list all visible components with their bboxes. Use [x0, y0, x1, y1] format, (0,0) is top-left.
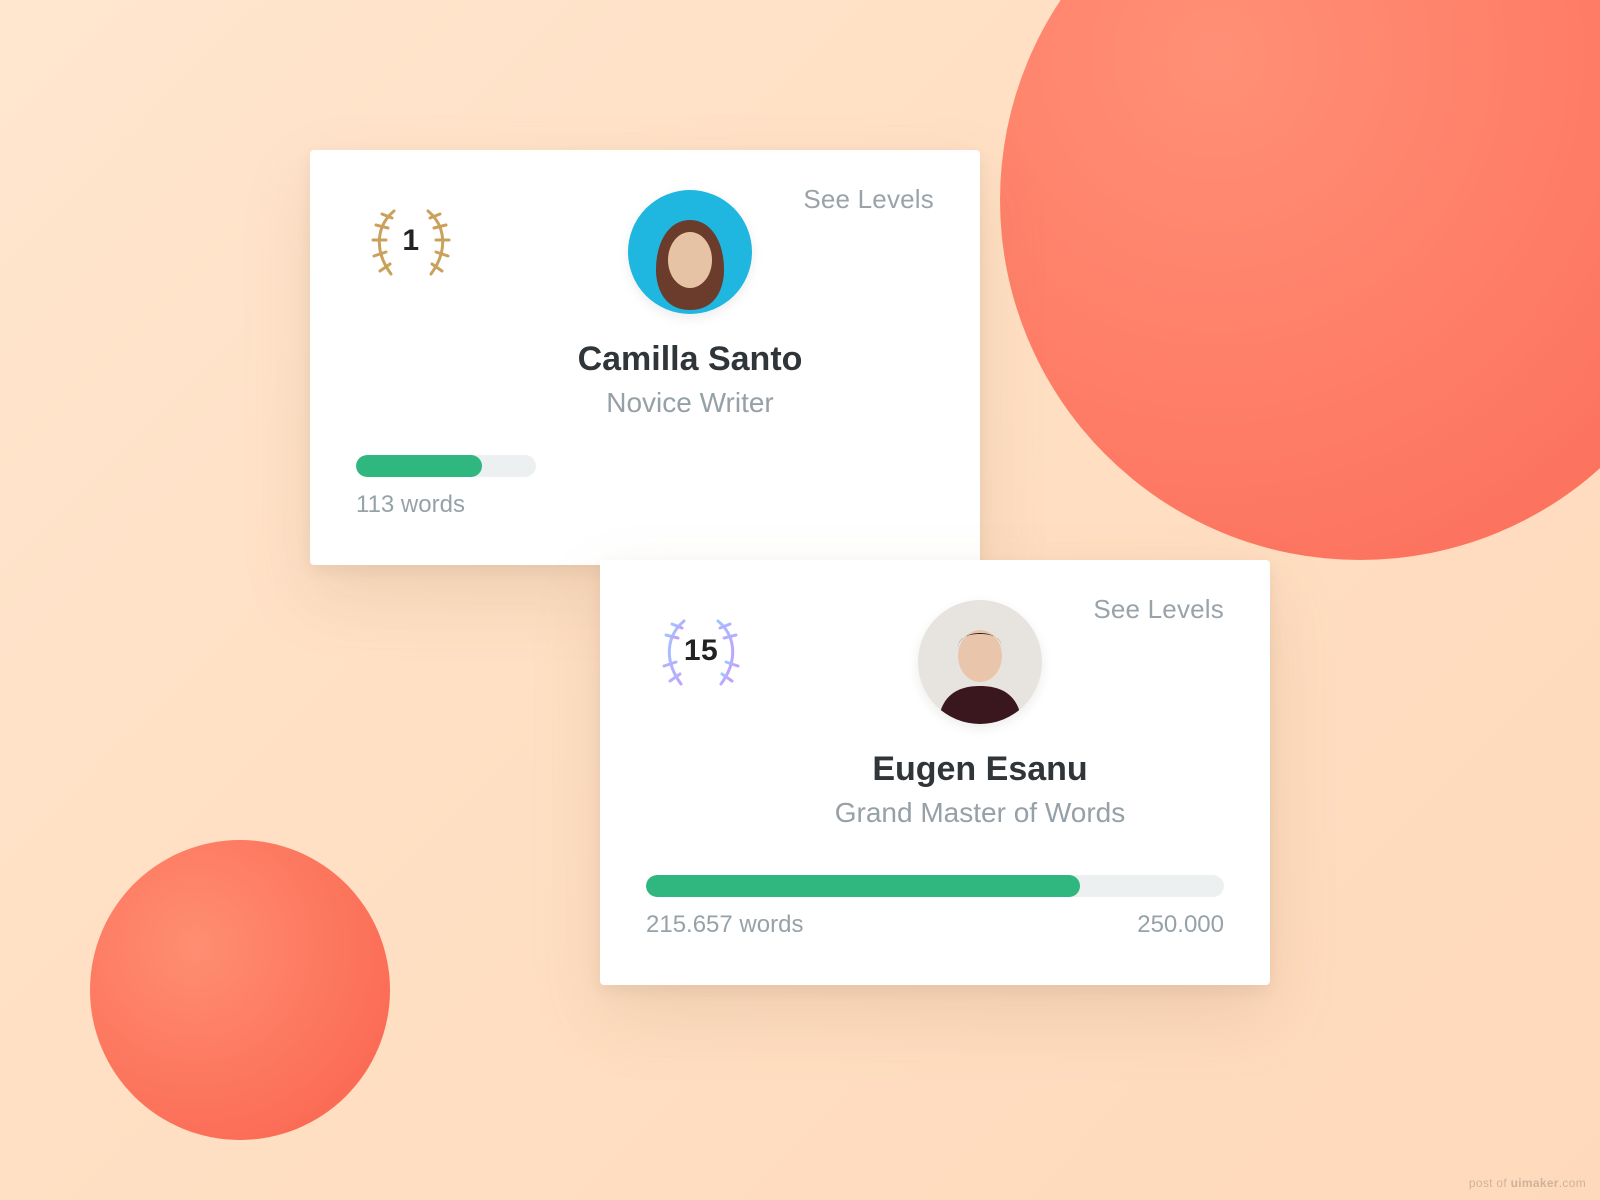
laurel-badge: 15 [646, 606, 756, 696]
user-title: Novice Writer [606, 387, 774, 419]
progress-bar [646, 875, 1224, 897]
background-circle-small [90, 840, 390, 1140]
avatar [918, 600, 1042, 724]
level-number: 1 [356, 196, 466, 286]
words-count: 215.657 words [646, 911, 803, 939]
avatar [628, 190, 752, 314]
user-name: Camilla Santo [578, 340, 803, 379]
level-number: 15 [646, 606, 756, 696]
profile-card-camilla: See Levels [310, 150, 980, 565]
progress-bar [356, 455, 536, 477]
words-count: 113 words [356, 491, 465, 519]
user-name: Eugen Esanu [872, 750, 1087, 789]
see-levels-link[interactable]: See Levels [803, 184, 934, 215]
see-levels-link[interactable]: See Levels [1093, 594, 1224, 625]
profile-card-eugen: See Levels [600, 560, 1270, 985]
background-circle-large [1000, 0, 1600, 560]
footer-credit: post of uimaker.com [1469, 1176, 1586, 1190]
user-title: Grand Master of Words [835, 797, 1125, 829]
laurel-badge: 1 [356, 196, 466, 286]
progress-fill [646, 875, 1080, 897]
words-goal: 250.000 [1137, 911, 1224, 939]
progress-fill [356, 455, 482, 477]
